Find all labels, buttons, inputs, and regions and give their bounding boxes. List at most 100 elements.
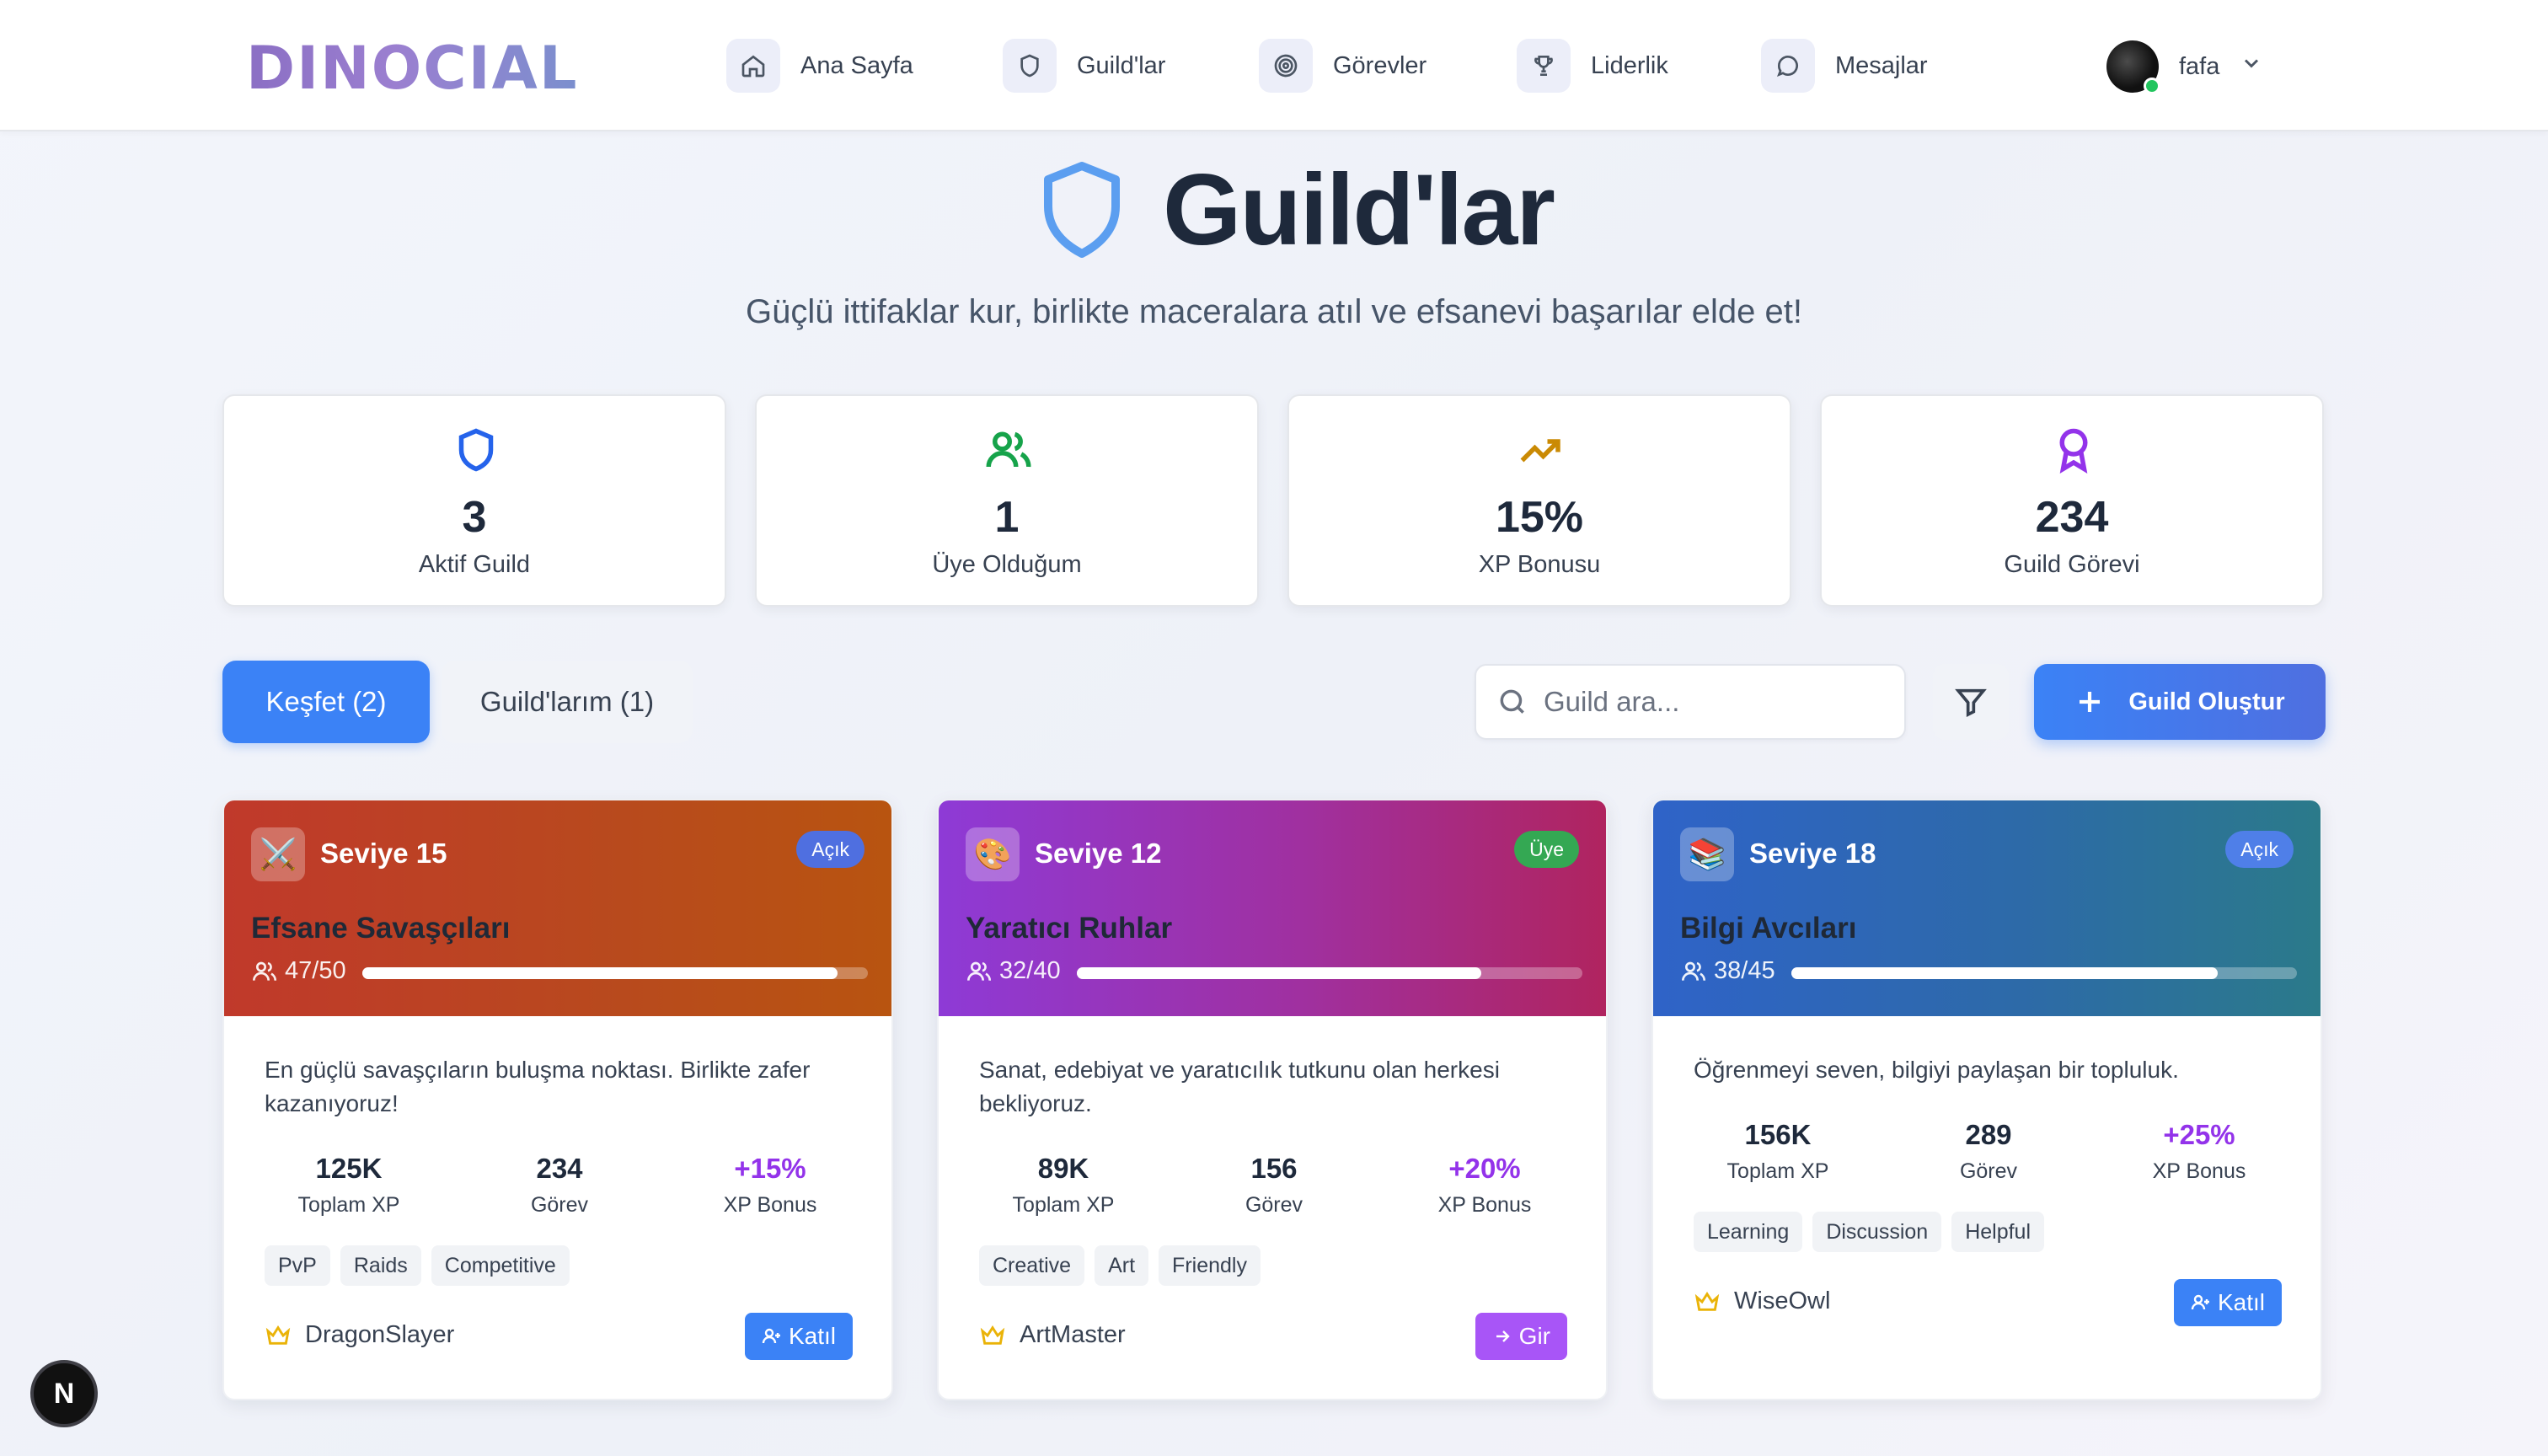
stat-value: 234 bbox=[536, 1153, 583, 1184]
search-input[interactable] bbox=[1544, 686, 1881, 718]
stat-label: Aktif Guild bbox=[418, 551, 531, 578]
member-count-value: 47/50 bbox=[285, 957, 346, 984]
stat-label: Üye Olduğum bbox=[932, 551, 1082, 578]
guild-card[interactable]: 🎨 Seviye 12 Üye Yaratıcı Ruhlar 32/40 Sa… bbox=[937, 799, 1608, 1400]
create-guild-label: Guild Oluştur bbox=[2128, 688, 2285, 715]
stat-card-xp-bonus: 15% XP Bonusu bbox=[1287, 394, 1791, 607]
logo[interactable]: DINOCIAL bbox=[246, 34, 578, 103]
stat-xp-bonus: +25% XP Bonus bbox=[2115, 1119, 2283, 1184]
tag: PvP bbox=[265, 1245, 330, 1286]
crossed-swords-icon: ⚔️ bbox=[251, 827, 305, 881]
create-guild-button[interactable]: Guild Oluştur bbox=[2034, 664, 2326, 740]
guild-level: Seviye 15 bbox=[320, 838, 447, 869]
user-plus-icon bbox=[2191, 1294, 2209, 1310]
stat-tasks: 289 Görev bbox=[1904, 1119, 2073, 1184]
owner-name: WiseOwl bbox=[1734, 1287, 1831, 1314]
nav-item-tasks[interactable]: Görevler bbox=[1259, 38, 1427, 94]
guild-card-header: ⚔️ Seviye 15 Açık Efsane Savaşçıları 47/… bbox=[224, 800, 891, 1016]
nav-item-guilds[interactable]: Guild'lar bbox=[1003, 38, 1165, 94]
join-button-label: Katıl bbox=[788, 1323, 836, 1349]
stat-value: 125K bbox=[315, 1153, 383, 1184]
user-menu[interactable]: fafa bbox=[2106, 39, 2263, 94]
progress-fill bbox=[362, 967, 838, 979]
stat-card-member-of: 1 Üye Olduğum bbox=[755, 394, 1259, 607]
nav-item-label: Ana Sayfa bbox=[800, 51, 913, 79]
capacity-progress-bar bbox=[1077, 967, 1582, 979]
stat-value: +15% bbox=[734, 1153, 806, 1184]
owner-name: ArtMaster bbox=[1020, 1321, 1126, 1348]
top-navbar: DINOCIAL Ana Sayfa Guild'lar Görevler Li… bbox=[0, 0, 2548, 131]
chevron-down-icon bbox=[2240, 51, 2263, 82]
guild-name: Yaratıcı Ruhlar bbox=[966, 912, 1173, 945]
page-subtitle: Güçlü ittifaklar kur, birlikte maceralar… bbox=[746, 293, 1802, 330]
guild-name: Bilgi Avcıları bbox=[1680, 912, 1857, 945]
users-icon bbox=[986, 431, 1031, 468]
trophy-icon bbox=[1517, 39, 1571, 93]
page-header: Guild'lar bbox=[1038, 152, 1555, 268]
dev-tools-badge[interactable]: N bbox=[30, 1360, 98, 1427]
users-icon bbox=[253, 961, 276, 981]
stat-xp-bonus: +15% XP Bonus bbox=[686, 1153, 854, 1218]
guild-tags: Creative Art Friendly bbox=[979, 1245, 1261, 1286]
plus-icon bbox=[2080, 692, 2101, 712]
stat-value: 89K bbox=[1037, 1153, 1089, 1184]
stat-value: +25% bbox=[2163, 1119, 2235, 1150]
stat-total-xp: 125K Toplam XP bbox=[265, 1153, 433, 1218]
stat-label: Görev bbox=[1959, 1159, 2018, 1183]
join-button-label: Katıl bbox=[2217, 1289, 2265, 1315]
filter-icon bbox=[1955, 688, 1987, 717]
books-icon: 📚 bbox=[1680, 827, 1734, 881]
join-button[interactable]: Katıl bbox=[744, 1313, 853, 1360]
tab-discover[interactable]: Keşfet (2) bbox=[222, 661, 430, 743]
stat-value: 156K bbox=[1744, 1119, 1812, 1150]
target-icon bbox=[1259, 39, 1313, 93]
stat-label: Toplam XP bbox=[1726, 1159, 1829, 1183]
stat-card-guild-tasks: 234 Guild Görevi bbox=[1820, 394, 2324, 607]
member-count: 47/50 bbox=[251, 957, 346, 985]
tab-my-guilds[interactable]: Guild'larım (1) bbox=[442, 661, 693, 743]
guild-owner: DragonSlayer bbox=[265, 1321, 454, 1349]
stat-tasks: 234 Görev bbox=[475, 1153, 644, 1218]
crown-icon bbox=[265, 1325, 291, 1345]
online-status-dot bbox=[2144, 78, 2160, 94]
user-plus-icon bbox=[762, 1328, 780, 1344]
owner-name: DragonSlayer bbox=[305, 1321, 455, 1348]
tag: Friendly bbox=[1159, 1245, 1261, 1286]
progress-fill bbox=[1077, 967, 1481, 979]
crown-icon bbox=[1694, 1291, 1720, 1311]
stat-label: XP Bonus bbox=[723, 1193, 817, 1217]
guild-description: Öğrenmeyi seven, bilgiyi paylaşan bir to… bbox=[1694, 1057, 2179, 1083]
home-icon bbox=[726, 39, 780, 93]
stat-xp-bonus: +20% XP Bonus bbox=[1400, 1153, 1569, 1218]
user-name: fafa bbox=[2179, 52, 2220, 80]
nav-item-home[interactable]: Ana Sayfa bbox=[726, 38, 913, 94]
stat-label: Toplam XP bbox=[1012, 1193, 1115, 1217]
guild-tags: PvP Raids Competitive bbox=[265, 1245, 570, 1286]
filter-button[interactable] bbox=[1933, 664, 2009, 740]
stat-value: 1 bbox=[994, 493, 1020, 542]
search-box bbox=[1475, 664, 1906, 740]
stat-card-active-guilds: 3 Aktif Guild bbox=[222, 394, 726, 607]
guild-level: Seviye 12 bbox=[1035, 838, 1162, 869]
guild-card-header: 🎨 Seviye 12 Üye Yaratıcı Ruhlar 32/40 bbox=[939, 800, 1606, 1016]
arrow-right-icon bbox=[1496, 1330, 1510, 1342]
member-count-value: 38/45 bbox=[1714, 957, 1775, 984]
stat-value: 3 bbox=[462, 493, 487, 542]
guild-description: Sanat, edebiyat ve yaratıcılık tutkunu o… bbox=[979, 1057, 1500, 1116]
guild-card-header: 📚 Seviye 18 Açık Bilgi Avcıları 38/45 bbox=[1653, 800, 2320, 1016]
stat-label: Görev bbox=[1245, 1193, 1303, 1217]
guild-level: Seviye 18 bbox=[1749, 838, 1876, 869]
shield-icon bbox=[1044, 162, 1120, 258]
nav-item-leaderboard[interactable]: Liderlik bbox=[1517, 38, 1668, 94]
stat-value: 156 bbox=[1250, 1153, 1298, 1184]
enter-button[interactable]: Gir bbox=[1475, 1313, 1567, 1360]
nav-item-messages[interactable]: Mesajlar bbox=[1761, 38, 1928, 94]
guild-owner: WiseOwl bbox=[1694, 1287, 1830, 1315]
stat-label: Görev bbox=[530, 1193, 589, 1217]
nav-item-label: Guild'lar bbox=[1077, 51, 1166, 79]
guild-card[interactable]: 📚 Seviye 18 Açık Bilgi Avcıları 38/45 Öğ… bbox=[1651, 799, 2322, 1400]
guild-card[interactable]: ⚔️ Seviye 15 Açık Efsane Savaşçıları 47/… bbox=[222, 799, 893, 1400]
palette-icon: 🎨 bbox=[966, 827, 1020, 881]
stat-value: 15% bbox=[1495, 493, 1584, 542]
join-button[interactable]: Katıl bbox=[2173, 1279, 2282, 1326]
